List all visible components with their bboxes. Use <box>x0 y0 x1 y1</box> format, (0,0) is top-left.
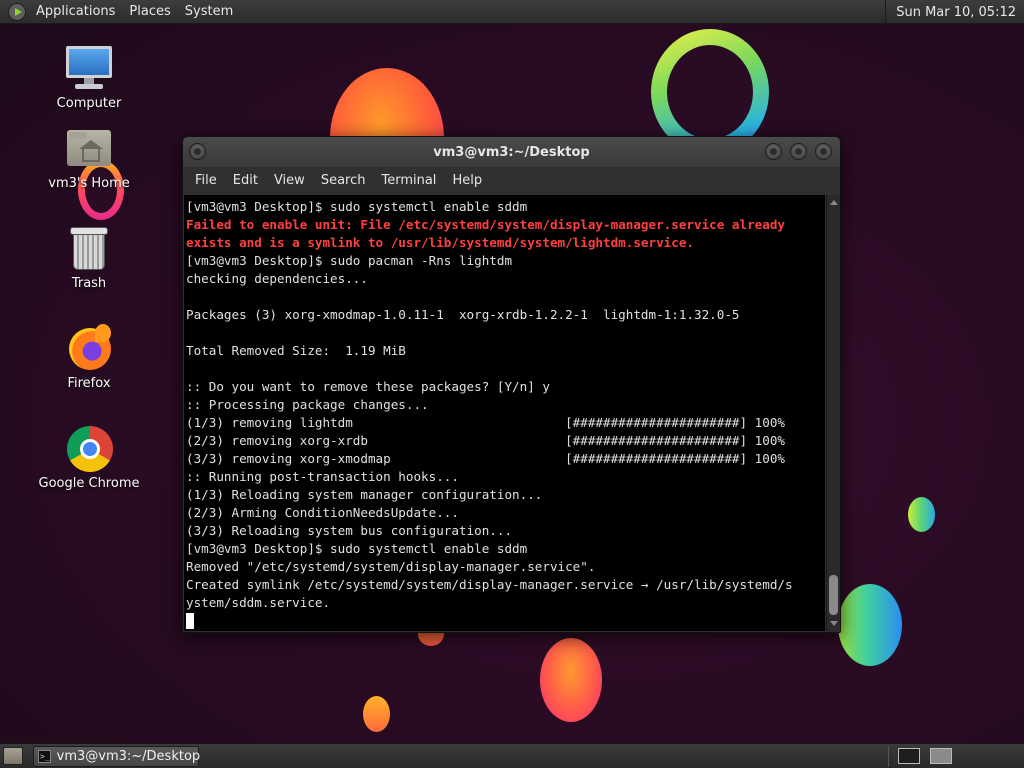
terminal-line: (1/3) removing lightdm [################… <box>186 415 785 430</box>
terminal-icon: >_ <box>38 749 51 763</box>
wallpaper-green-blob <box>908 497 935 532</box>
desktop-icon-label: Google Chrome <box>38 476 140 491</box>
system-menu[interactable]: System <box>179 4 241 19</box>
window-menu-button[interactable] <box>189 143 206 160</box>
panel-separator <box>888 746 889 767</box>
close-button[interactable] <box>815 143 832 160</box>
menu-search[interactable]: Search <box>313 167 374 195</box>
wallpaper-blue-blob <box>838 584 902 666</box>
menu-terminal[interactable]: Terminal <box>373 167 444 195</box>
scroll-up-arrow-icon[interactable] <box>830 200 838 205</box>
taskbar-terminal-button[interactable]: >_ vm3@vm3:~/Desktop <box>33 745 201 767</box>
terminal-error-line: Failed to enable unit: File /etc/systemd… <box>186 217 785 232</box>
applications-menu[interactable]: Applications <box>32 4 123 19</box>
terminal-line: :: Running post-transaction hooks... <box>186 469 459 484</box>
menu-help[interactable]: Help <box>444 167 490 195</box>
maximize-button[interactable] <box>790 143 807 160</box>
scrollbar-thumb[interactable] <box>829 575 838 615</box>
menu-view[interactable]: View <box>266 167 313 195</box>
terminal-line: [vm3@vm3 Desktop]$ sudo systemctl enable… <box>186 199 528 214</box>
desktop-icon-label: vm3's Home <box>48 176 130 191</box>
terminal-line: checking dependencies... <box>186 271 368 286</box>
terminal-line: (1/3) Reloading system manager configura… <box>186 487 543 502</box>
terminal-line: Created symlink /etc/systemd/system/disp… <box>186 577 793 592</box>
taskbar-button-label: vm3@vm3:~/Desktop <box>56 748 201 764</box>
terminal-line: ystem/sddm.service. <box>186 595 331 610</box>
chrome-icon <box>65 424 113 472</box>
terminal-cursor <box>186 613 194 629</box>
computer-icon <box>65 44 113 92</box>
workspace-1[interactable] <box>898 748 920 764</box>
top-panel: Applications Places System Sun Mar 10, 0… <box>0 0 1024 24</box>
trash-icon <box>65 224 113 272</box>
clock[interactable]: Sun Mar 10, 05:12 <box>885 0 1024 24</box>
terminal-line: Packages (3) xorg-xmodmap-1.0.11-1 xorg-… <box>186 307 740 322</box>
window-title: vm3@vm3:~/Desktop <box>433 144 590 160</box>
wallpaper-small-orange-blob <box>363 696 390 732</box>
desktop-icon-trash[interactable]: Trash <box>29 224 149 292</box>
distro-logo-icon[interactable] <box>8 2 26 21</box>
workspace-2[interactable] <box>930 748 952 764</box>
terminal-line: (3/3) removing xorg-xmodmap [###########… <box>186 451 785 466</box>
terminal-line: Removed "/etc/systemd/system/display-man… <box>186 559 596 574</box>
firefox-icon <box>65 324 113 372</box>
terminal-window[interactable]: vm3@vm3:~/Desktop File Edit View Search … <box>182 136 841 633</box>
terminal-line: (3/3) Reloading system bus configuration… <box>186 523 513 538</box>
terminal-line: :: Do you want to remove these packages?… <box>186 379 550 394</box>
menu-file[interactable]: File <box>187 167 225 195</box>
minimize-button[interactable] <box>765 143 782 160</box>
terminal-line: [vm3@vm3 Desktop]$ sudo systemctl enable… <box>186 541 528 556</box>
desktop-icon-firefox[interactable]: Firefox <box>29 324 149 392</box>
terminal-line: (2/3) removing xorg-xrdb [##############… <box>186 433 785 448</box>
desktop-icon-label: Trash <box>71 276 107 291</box>
menu-edit[interactable]: Edit <box>225 167 266 195</box>
desktop-icon-home[interactable]: vm3's Home <box>29 124 149 192</box>
wallpaper-pink-blob <box>540 638 602 722</box>
show-desktop-button[interactable] <box>3 747 23 765</box>
terminal-line: Total Removed Size: 1.19 MiB <box>186 343 406 358</box>
terminal-menubar: File Edit View Search Terminal Help <box>183 167 840 195</box>
terminal-prompt-line <box>186 612 825 630</box>
places-menu[interactable]: Places <box>123 4 178 19</box>
bottom-panel: >_ vm3@vm3:~/Desktop <box>0 743 1024 768</box>
desktop-icon-label: Firefox <box>67 376 111 391</box>
terminal-scrollbar[interactable] <box>826 195 840 631</box>
terminal-line: (2/3) Arming ConditionNeedsUpdate... <box>186 505 459 520</box>
window-titlebar[interactable]: vm3@vm3:~/Desktop <box>183 137 840 167</box>
desktop-icon-chrome[interactable]: Google Chrome <box>29 424 149 492</box>
desktop-icon-label: Computer <box>56 96 122 111</box>
terminal-error-line: exists and is a symlink to /usr/lib/syst… <box>186 235 694 250</box>
terminal-line: [vm3@vm3 Desktop]$ sudo pacman -Rns ligh… <box>186 253 513 268</box>
scroll-down-arrow-icon[interactable] <box>830 621 838 626</box>
home-folder-icon <box>65 124 113 172</box>
terminal-line: :: Processing package changes... <box>186 397 429 412</box>
desktop-icon-computer[interactable]: Computer <box>29 44 149 112</box>
terminal-output[interactable]: [vm3@vm3 Desktop]$ sudo systemctl enable… <box>184 195 825 631</box>
